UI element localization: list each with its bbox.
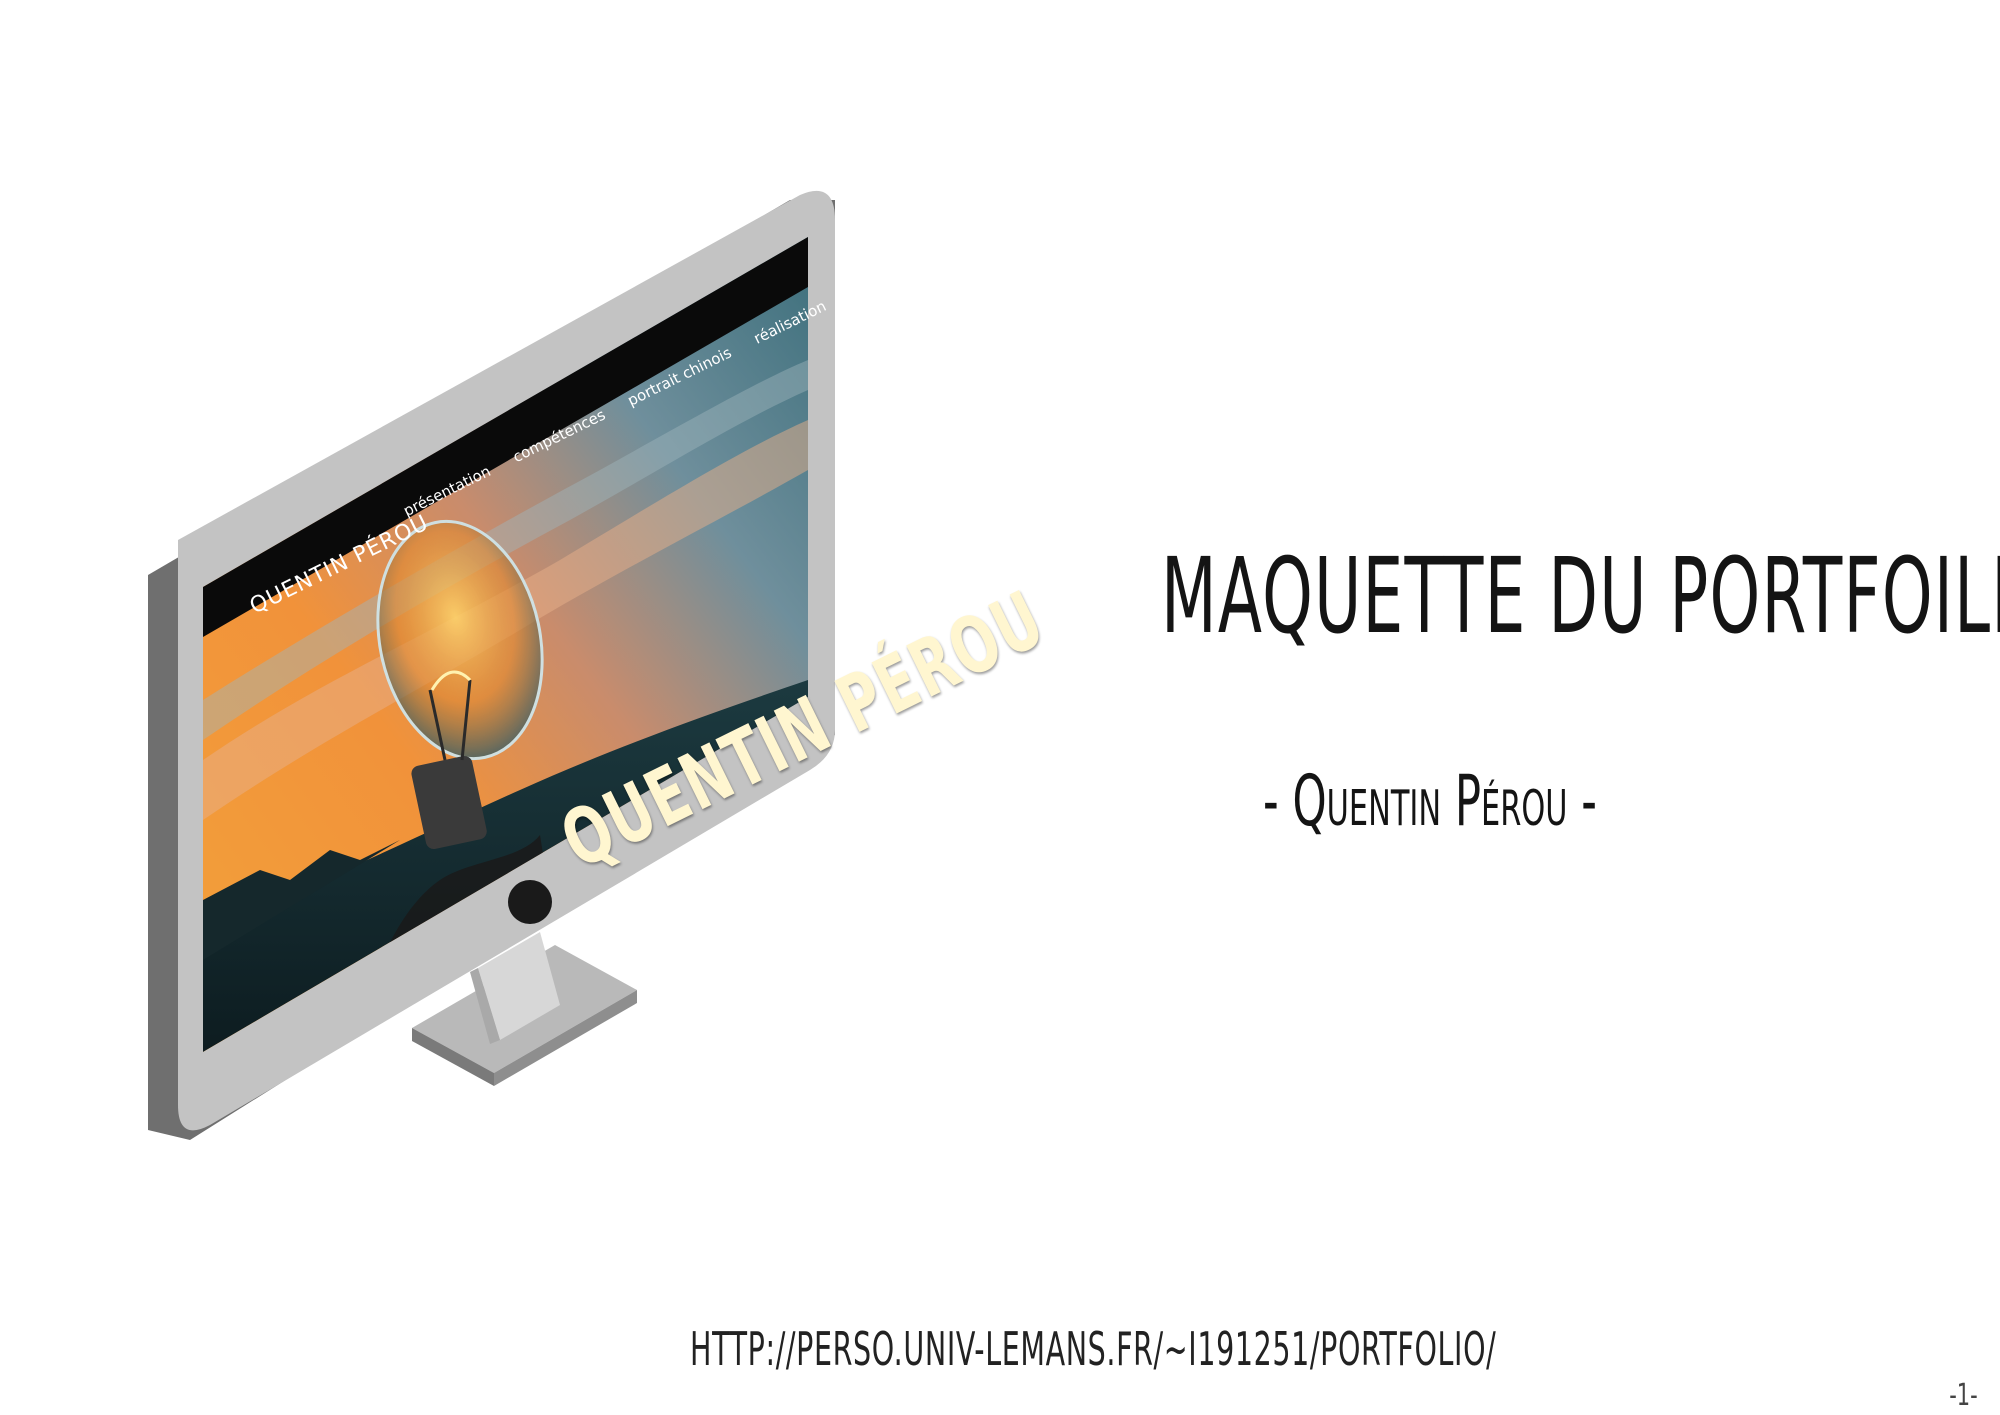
page-title: MAQUETTE DU PORTFOILIO xyxy=(1161,535,2000,657)
webcam-icon xyxy=(508,880,552,924)
portfolio-url[interactable]: HTTP://PERSO.UNIV-LEMANS.FR/~I191251/POR… xyxy=(690,1322,1496,1376)
portfolio-cover-page: QUENTIN PÉROU présentation compétences p… xyxy=(0,0,2000,1415)
page-subtitle: - Quentin Pérou - xyxy=(1263,760,1597,842)
monitor-illustration xyxy=(148,190,835,1140)
page-number: -1- xyxy=(1949,1378,1978,1413)
